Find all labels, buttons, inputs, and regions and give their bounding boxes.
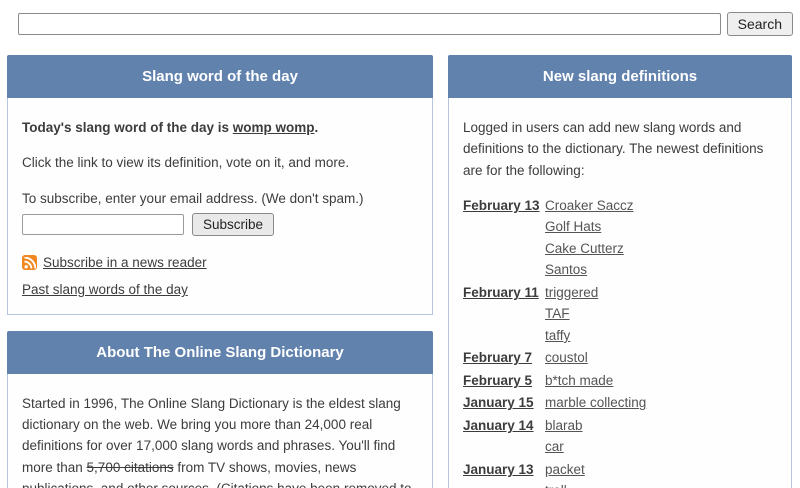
subscribe-button[interactable]: Subscribe xyxy=(192,213,274,236)
definition-word-link[interactable]: Golf Hats xyxy=(545,216,601,238)
definition-date-link[interactable]: January 13 xyxy=(463,459,539,488)
main-columns: Slang word of the day Today's slang word… xyxy=(7,55,792,488)
definition-words: triggeredTAFtaffy xyxy=(545,282,777,347)
definition-word-link[interactable]: Santos xyxy=(545,259,587,281)
subscribe-form: Subscribe xyxy=(22,213,418,236)
definition-words: Croaker SacczGolf HatsCake CutterzSantos xyxy=(545,195,777,281)
definition-word-link[interactable]: TAF xyxy=(545,303,570,325)
definition-words: coustol xyxy=(545,347,777,369)
about-body: Started in 1996, The Online Slang Dictio… xyxy=(7,374,433,488)
definition-word-link[interactable]: packet xyxy=(545,459,585,481)
definition-words: blarabcar xyxy=(545,415,777,458)
definition-words: packettrollOrc xyxy=(545,459,777,488)
definition-words: marble collecting xyxy=(545,392,777,414)
new-definitions-body: Logged in users can add new slang words … xyxy=(448,98,792,488)
definition-row: February 11triggeredTAFtaffy xyxy=(463,282,777,347)
word-of-day-hint: Click the link to view its definition, v… xyxy=(22,152,418,173)
past-words-link[interactable]: Past slang words of the day xyxy=(22,282,188,297)
word-of-day-panel: Slang word of the day Today's slang word… xyxy=(7,55,433,315)
left-column: Slang word of the day Today's slang word… xyxy=(7,55,433,488)
definition-date-link[interactable]: January 14 xyxy=(463,415,539,458)
definition-date-link[interactable]: January 15 xyxy=(463,392,539,414)
rss-line: Subscribe in a news reader xyxy=(22,252,418,273)
definition-date-link[interactable]: February 11 xyxy=(463,282,539,347)
definition-row: February 7 coustol xyxy=(463,347,777,369)
definition-row: January 13packettrollOrc xyxy=(463,459,777,488)
definition-word-link[interactable]: marble collecting xyxy=(545,392,646,414)
subscribe-prompt: To subscribe, enter your email address. … xyxy=(22,188,418,209)
definition-word-link[interactable]: car xyxy=(545,436,564,458)
search-button[interactable]: Search xyxy=(727,12,793,36)
definitions-list: February 13Croaker SacczGolf HatsCake Cu… xyxy=(463,195,777,488)
new-definitions-title: New slang definitions xyxy=(448,55,792,98)
definition-word-link[interactable]: triggered xyxy=(545,282,598,304)
word-of-day-link[interactable]: womp womp xyxy=(233,120,315,135)
definition-date-link[interactable]: February 5 xyxy=(463,370,539,392)
rss-feed-icon xyxy=(22,255,37,270)
definition-row: January 15 marble collecting xyxy=(463,392,777,414)
about-paragraph: Started in 1996, The Online Slang Dictio… xyxy=(22,393,418,488)
word-of-day-intro-prefix: Today's slang word of the day is xyxy=(22,120,233,135)
word-of-day-body: Today's slang word of the day is womp wo… xyxy=(7,98,433,315)
definition-date-link[interactable]: February 13 xyxy=(463,195,539,281)
about-text-segment: 5,700 citations xyxy=(87,460,174,475)
word-of-day-title: Slang word of the day xyxy=(7,55,433,98)
right-column: New slang definitions Logged in users ca… xyxy=(448,55,792,488)
site-search-bar: Search xyxy=(18,12,793,36)
email-field[interactable] xyxy=(22,214,184,235)
definition-date-link[interactable]: February 7 xyxy=(463,347,539,369)
new-definitions-panel: New slang definitions Logged in users ca… xyxy=(448,55,792,488)
about-panel: About The Online Slang Dictionary Starte… xyxy=(7,331,433,488)
definition-word-link[interactable]: Cake Cutterz xyxy=(545,238,624,260)
word-of-day-intro: Today's slang word of the day is womp wo… xyxy=(22,117,418,138)
search-input[interactable] xyxy=(18,13,721,35)
definition-word-link[interactable]: blarab xyxy=(545,415,583,437)
new-definitions-intro: Logged in users can add new slang words … xyxy=(463,117,777,181)
definition-row: February 13Croaker SacczGolf HatsCake Cu… xyxy=(463,195,777,281)
definition-word-link[interactable]: b*tch made xyxy=(545,370,613,392)
news-reader-link[interactable]: Subscribe in a news reader xyxy=(43,252,207,273)
about-title: About The Online Slang Dictionary xyxy=(7,331,433,374)
definition-word-link[interactable]: coustol xyxy=(545,347,588,369)
word-of-day-intro-suffix: . xyxy=(315,120,319,135)
definition-words: b*tch made xyxy=(545,370,777,392)
definition-word-link[interactable]: taffy xyxy=(545,325,570,347)
definition-word-link[interactable]: troll xyxy=(545,480,567,488)
definition-row: February 5 b*tch made xyxy=(463,370,777,392)
definition-row: January 14blarabcar xyxy=(463,415,777,458)
definition-word-link[interactable]: Croaker Saccz xyxy=(545,195,634,217)
